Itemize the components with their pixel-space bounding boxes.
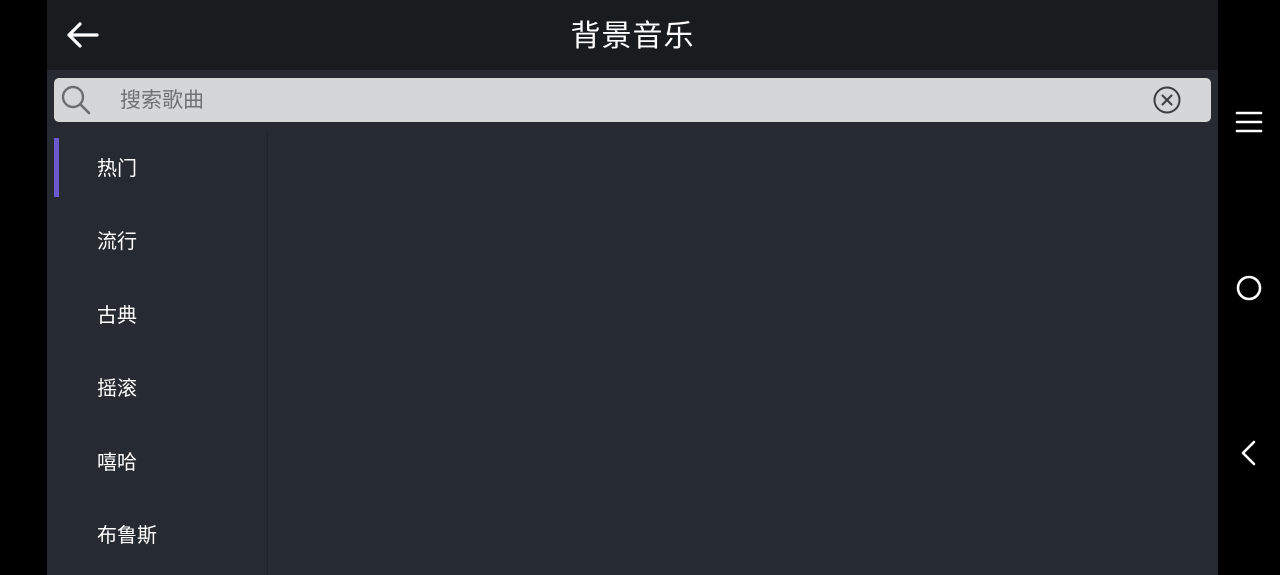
category-label: 流行 [97,229,137,254]
close-circle-icon [1153,86,1181,114]
category-label: 热门 [97,155,137,180]
clear-search-button[interactable] [1151,84,1183,116]
category-label: 古典 [97,302,137,327]
category-item-blues[interactable]: 布鲁斯 [54,499,267,573]
app-window: 背景音乐 热门 流行 [47,0,1218,575]
back-chevron-icon [1241,440,1256,466]
category-label: 摇滚 [97,376,137,401]
home-circle-icon [1236,275,1262,301]
menu-icon [1235,111,1263,133]
search-input[interactable] [120,78,1140,122]
category-sidebar: 热门 流行 古典 摇滚 嘻哈 布鲁斯 [54,131,268,575]
menu-button[interactable] [1231,104,1267,140]
category-item-hiphop[interactable]: 嘻哈 [54,425,267,499]
screen: 背景音乐 热门 流行 [0,0,1280,575]
page-title: 背景音乐 [570,19,695,54]
category-label: 嘻哈 [97,449,137,474]
search-bar [54,78,1211,122]
header-bar: 背景音乐 [47,0,1218,70]
category-item-classical[interactable]: 古典 [54,278,267,352]
home-button[interactable] [1231,270,1267,306]
category-item-hot[interactable]: 热门 [54,131,267,205]
song-list-area [268,131,1218,575]
system-nav-bar [1218,0,1280,575]
active-indicator [54,138,59,197]
system-back-button[interactable] [1231,435,1267,471]
category-label: 布鲁斯 [97,523,157,548]
search-icon [60,84,92,116]
category-item-rock[interactable]: 摇滚 [54,352,267,426]
category-item-pop[interactable]: 流行 [54,205,267,279]
